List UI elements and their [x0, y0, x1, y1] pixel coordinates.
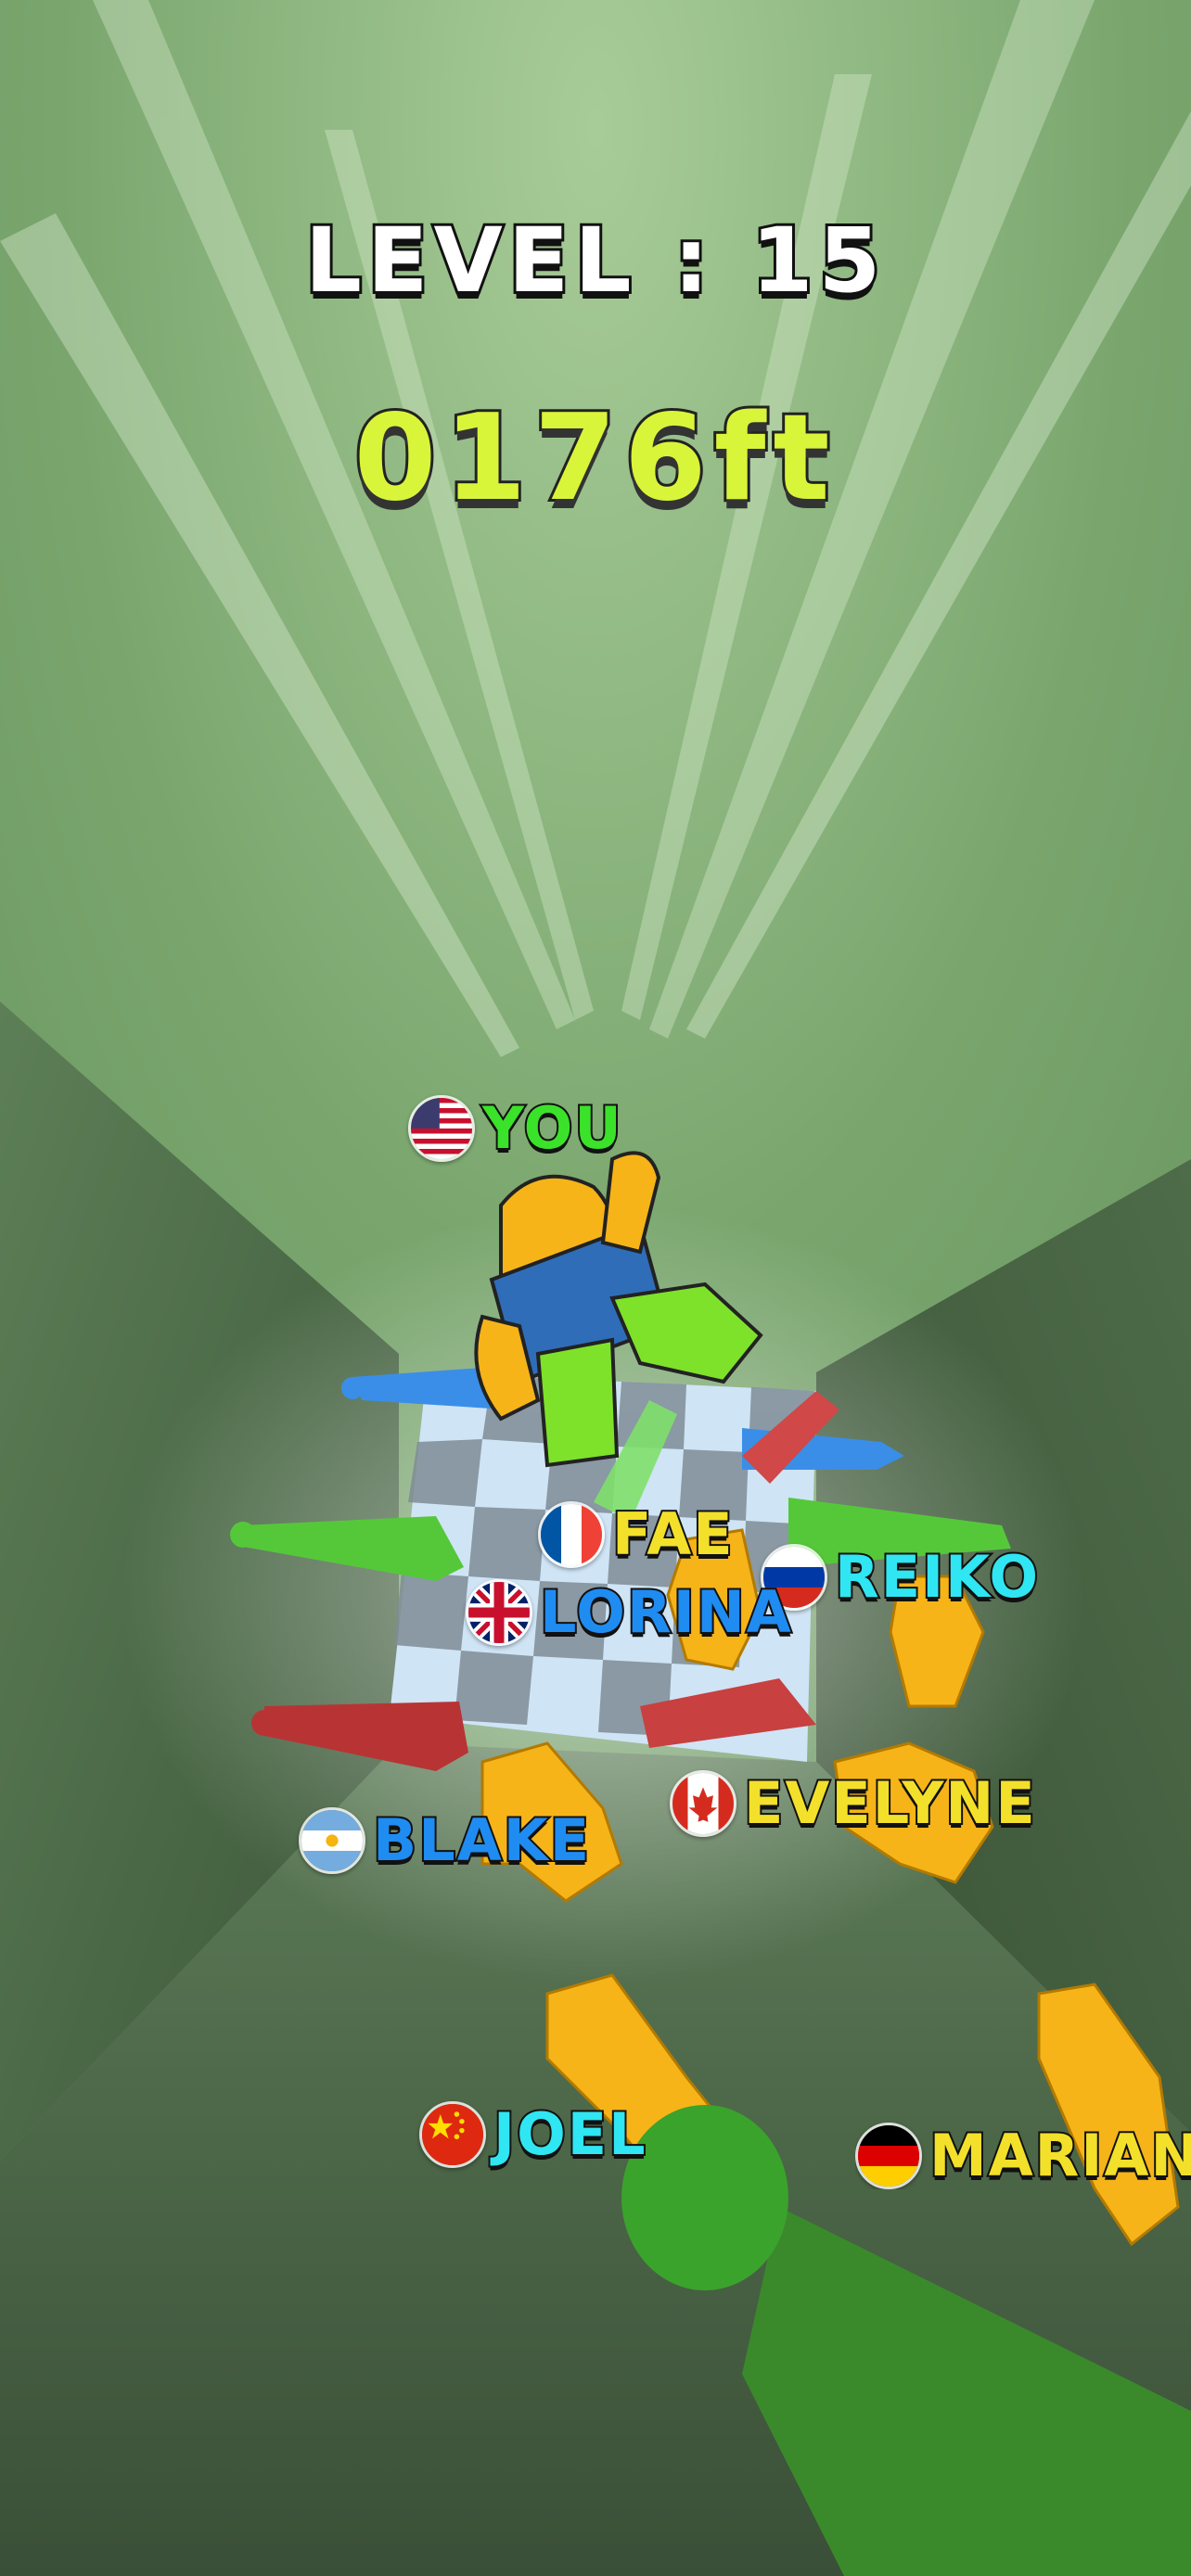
player-tag-blake: BLAKE [299, 1804, 592, 1876]
player-name: REIKO [833, 1541, 1041, 1613]
player-tag-evelyne: EVELYNE [670, 1767, 1037, 1839]
argentina-flag-icon [299, 1806, 365, 1874]
player-tag-mariani: MARIANI [855, 2122, 1191, 2189]
player-name: FAE [610, 1498, 735, 1570]
germany-flag-icon [855, 2122, 922, 2189]
canada-flag-icon [670, 1769, 736, 1837]
usa-flag-icon [408, 1094, 475, 1162]
player-name: YOU [480, 1092, 623, 1164]
uk-flag-icon [466, 1578, 532, 1646]
distance-counter: 0176ft [351, 387, 838, 530]
player-tag-joel: JOEL [419, 2098, 647, 2170]
player-tag-reiko: REIKO [761, 1541, 1041, 1613]
player-name: JOEL [492, 2098, 647, 2170]
player-tag-you: YOU [408, 1092, 623, 1164]
player-name: MARIANI [928, 2122, 1191, 2189]
player-name: EVELYNE [742, 1767, 1037, 1839]
china-flag-icon [419, 2100, 486, 2168]
level-indicator: LEVEL : 15 [302, 206, 887, 315]
player-name: BLAKE [371, 1804, 592, 1876]
player-tag-lorina: LORINA [466, 1576, 793, 1648]
player-tag-fae: FAE [538, 1498, 735, 1570]
france-flag-icon [538, 1500, 605, 1568]
game-scene [0, 0, 1191, 2576]
player-name: LORINA [538, 1576, 793, 1648]
